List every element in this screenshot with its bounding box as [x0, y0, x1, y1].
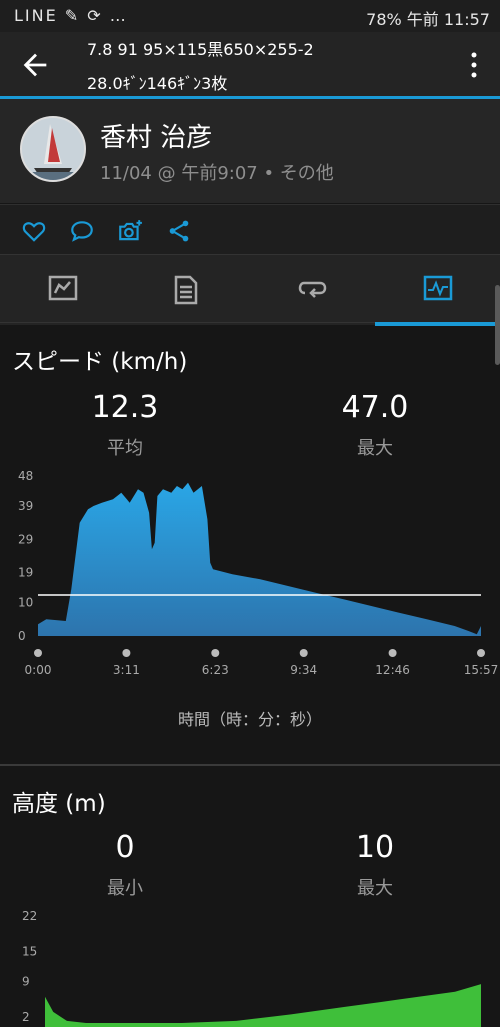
- avatar-photo: [22, 118, 84, 180]
- activity-header: 香村 治彦 11/04 @ 午前9:07 • その他: [0, 99, 500, 203]
- speed-x-tick-label: 3:11: [113, 663, 140, 677]
- x-tick-dot: [34, 649, 42, 657]
- elevation-min-value: 0: [115, 830, 135, 865]
- elevation-max-label: 最大: [357, 878, 393, 899]
- share-icon[interactable]: [166, 218, 192, 244]
- speed-x-tick-label: 15:57: [464, 663, 499, 677]
- speed-max-label: 最大: [357, 438, 393, 459]
- elevation-area-series: [45, 984, 481, 1027]
- more-options-icon[interactable]: [468, 50, 480, 80]
- speed-y-tick-label: 10: [18, 596, 33, 610]
- speed-area-series: [38, 482, 481, 636]
- activity-title-line2: 28.0ｷﾞﾝ146ｷﾞﾝ3枚: [87, 74, 228, 93]
- tab-charts[interactable]: [375, 255, 500, 325]
- map-overview-icon: [48, 275, 78, 301]
- laps-loop-icon: [298, 281, 327, 298]
- elevation-y-tick-label: 22: [22, 909, 37, 923]
- speed-y-tick-label: 0: [18, 629, 26, 643]
- tab-laps[interactable]: [250, 255, 375, 325]
- document-stats-icon: [174, 275, 198, 305]
- section-divider: [0, 764, 500, 766]
- x-tick-dot: [299, 649, 308, 657]
- speed-avg-value: 12.3: [91, 390, 159, 425]
- avatar[interactable]: [20, 116, 86, 182]
- speed-x-tick-label: 6:23: [202, 663, 229, 677]
- elevation-max-value: 10: [355, 830, 395, 865]
- activity-meta: 11/04 @ 午前9:07 • その他: [100, 163, 334, 184]
- tab-stats[interactable]: [125, 255, 250, 325]
- speed-y-tick-label: 39: [18, 499, 33, 513]
- app-bar: 7.8 91 95×115黒650×255-2 28.0ｷﾞﾝ146ｷﾞﾝ3枚: [0, 32, 500, 96]
- back-arrow-icon[interactable]: [18, 48, 52, 82]
- speed-x-tick-label: 9:34: [290, 663, 317, 677]
- comment-icon[interactable]: [69, 218, 95, 244]
- elevation-title: 高度 (m): [12, 791, 106, 817]
- x-tick-dot: [477, 649, 485, 657]
- elevation-y-tick-label: 2: [22, 1010, 30, 1024]
- activity-title-line1: 7.8 91 95×115黒650×255-2: [87, 40, 314, 59]
- active-tab-indicator: [375, 322, 500, 326]
- elevation-min-label: 最小: [107, 878, 143, 899]
- speed-x-tick-label: 0:00: [25, 663, 52, 677]
- add-photo-icon[interactable]: [117, 218, 143, 244]
- status-icons-left: LINE ✎ ⟳ …: [14, 6, 128, 25]
- x-tick-dot: [388, 649, 397, 657]
- x-tick-dot: [211, 649, 220, 657]
- speed-x-tick-label: 12:46: [375, 663, 410, 677]
- x-axis-label: 時間（時：分：秒）: [177, 710, 322, 729]
- speed-title: スピード (km/h): [12, 349, 188, 375]
- speed-avg-label: 平均: [107, 438, 143, 459]
- status-bar: LINE ✎ ⟳ … 78% 午前 11:57: [0, 0, 500, 32]
- speed-y-tick-label: 19: [18, 566, 33, 580]
- speed-y-tick-label: 29: [18, 532, 33, 546]
- elevation-y-tick-label: 15: [22, 944, 37, 958]
- speed-max-value: 47.0: [341, 390, 409, 425]
- elevation-chart[interactable]: 22 15 9 2: [0, 900, 500, 1027]
- chart-pulse-icon: [423, 275, 453, 301]
- action-bar: [0, 204, 500, 255]
- x-tick-dot: [122, 649, 131, 657]
- tab-overview[interactable]: [0, 255, 125, 325]
- speed-chart[interactable]: 48 39 29 19 10 0 0:00 3:11 6:23 9:34 12:46 15:57: [0, 460, 500, 690]
- user-name[interactable]: 香村 治彦: [100, 117, 212, 154]
- elevation-y-tick-label: 9: [22, 975, 30, 989]
- scrollbar-thumb[interactable]: [495, 285, 500, 365]
- status-right: 78% 午前 11:57: [366, 10, 490, 29]
- like-heart-icon[interactable]: [21, 218, 47, 244]
- speed-y-tick-label: 48: [18, 469, 33, 483]
- tab-bar: [0, 254, 500, 325]
